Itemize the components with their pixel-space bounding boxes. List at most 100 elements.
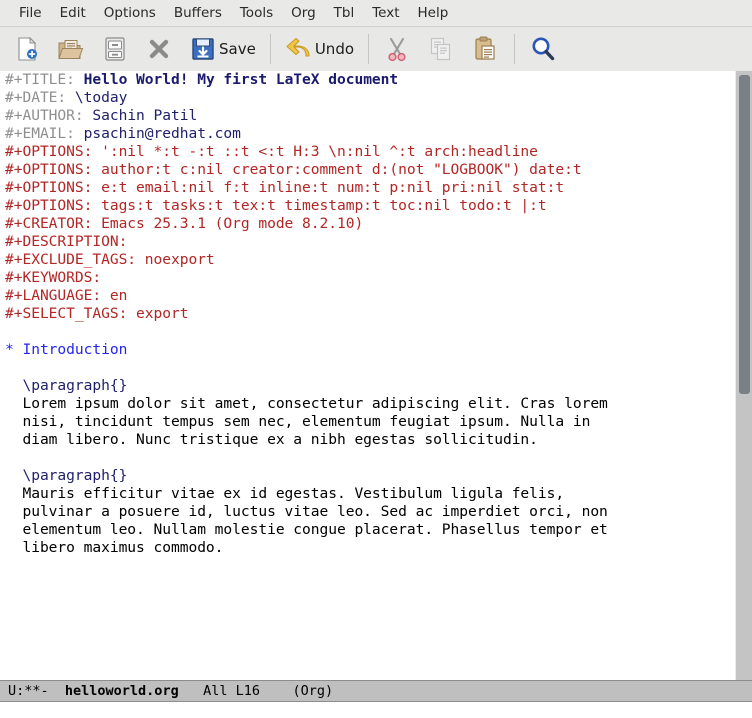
buffer-line: #+AUTHOR: Sachin Patil <box>5 107 725 125</box>
editor-buffer[interactable]: #+TITLE: Hello World! My first LaTeX doc… <box>0 71 752 680</box>
paste-clipboard-icon <box>470 34 500 64</box>
buffer-line: libero maximus commodo. <box>5 539 725 557</box>
buffer-line: * Introduction <box>5 341 725 359</box>
save-button[interactable]: Save <box>184 31 260 67</box>
paragraph-text: libero maximus commodo. <box>5 539 223 556</box>
paragraph-text: nisi, tincidunt tempus sem nec, elementu… <box>5 413 590 430</box>
buffer-line: #+OPTIONS: e:t email:nil f:t inline:t nu… <box>5 179 725 197</box>
org-keyword-value: Hello World! My first LaTeX document <box>84 71 399 88</box>
cut-scissors-icon <box>382 34 412 64</box>
close-buffer-button[interactable] <box>140 31 178 67</box>
buffer-line: #+OPTIONS: author:t c:nil creator:commen… <box>5 161 725 179</box>
buffer-line <box>5 323 725 341</box>
org-unhandled-keyword: #+LANGUAGE: en <box>5 287 127 304</box>
org-keyword: #+AUTHOR: <box>5 107 92 124</box>
echo-area[interactable] <box>0 702 752 718</box>
undo-button[interactable]: Undo <box>280 31 358 67</box>
buffer-line: \paragraph{} <box>5 467 725 485</box>
modeline-suffix: All L16 (Org) <box>179 683 333 699</box>
search-button[interactable] <box>524 31 562 67</box>
buffer-line: #+OPTIONS: ':nil *:t -:t ::t <:t H:3 \n:… <box>5 143 725 161</box>
toolbar-separator-1 <box>270 34 271 64</box>
menu-item-help[interactable]: Help <box>409 0 458 26</box>
buffer-line: \paragraph{} <box>5 377 725 395</box>
buffer-text[interactable]: #+TITLE: Hello World! My first LaTeX doc… <box>5 71 725 557</box>
buffer-line: diam libero. Nunc tristique ex a nibh eg… <box>5 431 725 449</box>
paste-button[interactable] <box>466 31 504 67</box>
menu-item-text[interactable]: Text <box>363 0 408 26</box>
buffer-line: Mauris efficitur vitae ex id egestas. Ve… <box>5 485 725 503</box>
menu-item-file[interactable]: File <box>10 0 51 26</box>
org-unhandled-keyword: #+KEYWORDS: <box>5 269 101 286</box>
save-button-label: Save <box>219 40 256 58</box>
org-keyword-value: \today <box>75 89 127 106</box>
org-keyword-value: psachin@redhat.com <box>84 125 241 142</box>
buffer-line: #+SELECT_TAGS: export <box>5 305 725 323</box>
buffer-line: #+EMAIL: psachin@redhat.com <box>5 125 725 143</box>
latex-macro: \paragraph{} <box>5 467 127 484</box>
menu-item-buffers[interactable]: Buffers <box>165 0 231 26</box>
buffer-line: #+DATE: \today <box>5 89 725 107</box>
undo-arrow-icon <box>284 34 314 64</box>
buffer-line: #+CREATOR: Emacs 25.3.1 (Org mode 8.2.10… <box>5 215 725 233</box>
copy-icon <box>426 34 456 64</box>
buffer-line: nisi, tincidunt tempus sem nec, elementu… <box>5 413 725 431</box>
modeline-prefix: U:**- <box>8 683 65 699</box>
paragraph-text: pulvinar a posuere id, luctus vitae leo.… <box>5 503 608 520</box>
buffer-line: #+LANGUAGE: en <box>5 287 725 305</box>
open-file-button[interactable] <box>52 31 90 67</box>
undo-button-label: Undo <box>315 40 354 58</box>
buffer-line: #+TITLE: Hello World! My first LaTeX doc… <box>5 71 725 89</box>
menu-item-edit[interactable]: Edit <box>51 0 95 26</box>
menu-item-tools[interactable]: Tools <box>231 0 282 26</box>
org-unhandled-keyword: #+EXCLUDE_TAGS: noexport <box>5 251 215 268</box>
org-unhandled-keyword: #+OPTIONS: tags:t tasks:t tex:t timestam… <box>5 197 547 214</box>
buffer-line <box>5 359 725 377</box>
toolbar-separator-3 <box>514 34 515 64</box>
org-unhandled-keyword: #+DESCRIPTION: <box>5 233 127 250</box>
vertical-scrollbar[interactable] <box>735 71 752 680</box>
save-as-drawer-icon <box>100 34 130 64</box>
latex-macro: \paragraph{} <box>5 377 127 394</box>
save-disk-icon <box>188 34 218 64</box>
org-keyword: #+TITLE: <box>5 71 84 88</box>
save-as-button[interactable] <box>96 31 134 67</box>
menu-item-options[interactable]: Options <box>95 0 165 26</box>
buffer-line: pulvinar a posuere id, luctus vitae leo.… <box>5 503 725 521</box>
menu-item-org[interactable]: Org <box>282 0 325 26</box>
org-keyword-value: Sachin Patil <box>92 107 197 124</box>
buffer-line: #+KEYWORDS: <box>5 269 725 287</box>
org-unhandled-keyword: #+OPTIONS: e:t email:nil f:t inline:t nu… <box>5 179 564 196</box>
menu-bar: File Edit Options Buffers Tools Org Tbl … <box>0 0 752 27</box>
mode-line: U:**- helloworld.org All L16 (Org) <box>0 680 752 702</box>
cut-button[interactable] <box>378 31 416 67</box>
open-folder-icon <box>56 34 86 64</box>
paragraph-text: elementum leo. Nullam molestie congue pl… <box>5 521 608 538</box>
buffer-line: Lorem ipsum dolor sit amet, consectetur … <box>5 395 725 413</box>
buffer-line: elementum leo. Nullam molestie congue pl… <box>5 521 725 539</box>
paragraph-text: diam libero. Nunc tristique ex a nibh eg… <box>5 431 538 448</box>
new-file-button[interactable] <box>8 31 46 67</box>
paragraph-text <box>5 359 14 376</box>
tool-bar: Save Undo <box>0 27 752 71</box>
search-magnifier-icon <box>528 34 558 64</box>
paragraph-text: Mauris efficitur vitae ex id egestas. Ve… <box>5 485 564 502</box>
org-headline: * Introduction <box>5 341 127 358</box>
scrollbar-thumb[interactable] <box>739 75 750 394</box>
org-unhandled-keyword: #+OPTIONS: author:t c:nil creator:commen… <box>5 161 582 178</box>
menu-item-tbl[interactable]: Tbl <box>325 0 364 26</box>
new-file-icon <box>12 34 42 64</box>
org-keyword: #+DATE: <box>5 89 75 106</box>
org-unhandled-keyword: #+OPTIONS: ':nil *:t -:t ::t <:t H:3 \n:… <box>5 143 538 160</box>
copy-button[interactable] <box>422 31 460 67</box>
org-unhandled-keyword: #+SELECT_TAGS: export <box>5 305 188 322</box>
org-unhandled-keyword: #+CREATOR: Emacs 25.3.1 (Org mode 8.2.10… <box>5 215 363 232</box>
toolbar-separator-2 <box>368 34 369 64</box>
buffer-line: #+EXCLUDE_TAGS: noexport <box>5 251 725 269</box>
buffer-line: #+DESCRIPTION: <box>5 233 725 251</box>
close-x-icon <box>144 34 174 64</box>
org-keyword: #+EMAIL: <box>5 125 84 142</box>
paragraph-text <box>5 449 14 466</box>
paragraph-text: Lorem ipsum dolor sit amet, consectetur … <box>5 395 608 412</box>
buffer-line <box>5 449 725 467</box>
